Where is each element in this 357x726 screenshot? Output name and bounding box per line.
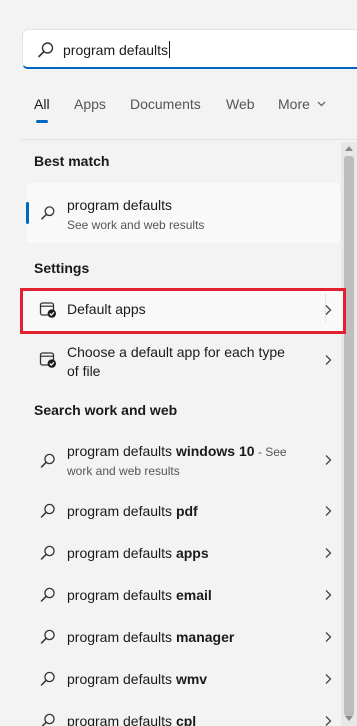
chevron-right-icon[interactable] [323,631,333,643]
web-result[interactable]: program defaults pdf [22,490,340,532]
search-web-heading: Search work and web [34,402,178,418]
search-icon [40,671,55,686]
search-input[interactable]: program defaults [63,41,171,58]
chevron-right-icon[interactable] [323,589,333,601]
best-match-result[interactable]: program defaults See work and web result… [26,183,340,243]
search-icon [40,629,55,644]
search-icon [40,545,55,560]
web-result-label: program defaults apps [67,545,209,561]
web-result[interactable]: program defaults windows 10 - See work a… [22,438,340,484]
scrollbar-thumb[interactable] [344,156,354,716]
active-tab-indicator [36,120,48,123]
web-result[interactable]: program defaults cpl [22,700,340,726]
web-result[interactable]: program defaults manager [22,616,340,658]
tab-all[interactable]: All [34,96,50,112]
search-icon [41,713,55,726]
best-match-heading: Best match [34,153,110,169]
text-caret [169,41,171,58]
chevron-down-icon [317,101,326,107]
search-icon [40,503,55,518]
tab-more[interactable]: More [278,96,326,112]
scroll-down-arrow-icon[interactable] [345,716,353,721]
tab-apps[interactable]: Apps [74,96,106,112]
web-result-label: program defaults manager [67,629,235,645]
chevron-right-icon[interactable] [323,715,333,726]
best-match-subtitle: See work and web results [67,218,205,232]
settings-item-label-line1: Choose a default app for each type [67,344,285,360]
search-icon [41,206,55,220]
chevron-right-icon[interactable] [323,505,333,517]
tab-documents[interactable]: Documents [130,96,201,112]
web-result-label: program defaults wmv [67,671,208,687]
web-result-label: program defaults pdf [67,503,198,519]
chevron-right-icon[interactable] [323,454,333,466]
web-result-subtitle: work and web results [67,464,180,478]
web-result[interactable]: program defaults email [22,574,340,616]
divider [22,139,357,140]
web-result[interactable]: program defaults apps [22,532,340,574]
settings-item-label: Default apps [67,301,146,317]
settings-heading: Settings [34,260,90,276]
default-apps-icon [39,302,56,318]
settings-item-choose-default-app[interactable]: Choose a default app for each type of fi… [22,338,340,384]
web-result-label: program defaults windows 10 - See [67,443,287,459]
chevron-right-icon[interactable] [323,354,333,366]
chevron-right-icon[interactable] [323,304,333,316]
search-icon [40,453,55,468]
settings-item-default-apps[interactable]: Default apps [22,288,340,334]
tab-web[interactable]: Web [226,96,255,112]
web-result[interactable]: program defaults wmv [22,658,340,700]
chevron-right-icon[interactable] [323,673,333,685]
best-match-title: program defaults [67,197,173,213]
default-apps-icon [39,352,56,368]
web-result-label: program defaults email [67,587,212,603]
chevron-right-icon[interactable] [323,547,333,559]
search-icon [38,42,54,58]
selection-accent [26,202,29,224]
search-box[interactable]: program defaults [22,29,357,69]
settings-item-label-line2: of file [67,363,101,379]
web-result-label: program defaults cpl [67,713,197,726]
search-icon [40,587,55,602]
scroll-up-arrow-icon[interactable] [345,146,353,151]
